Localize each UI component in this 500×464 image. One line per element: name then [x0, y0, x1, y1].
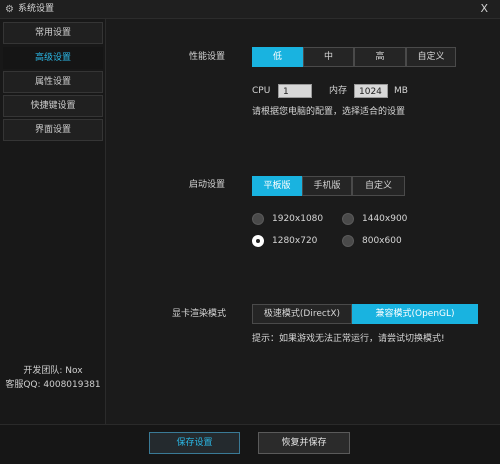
performance-option-high[interactable]: 高: [354, 47, 406, 67]
performance-hint: 请根据您电脑的配置，选择适合的设置: [252, 107, 406, 117]
performance-option-custom[interactable]: 自定义: [406, 47, 456, 67]
memory-label: 内存: [329, 86, 348, 96]
resolution-radio-1280x720[interactable]: [252, 235, 264, 247]
cpu-label: CPU: [252, 86, 271, 96]
sidebar-item-hotkeys[interactable]: 快捷键设置: [3, 95, 103, 117]
render-mode-label: 显卡渲染模式: [172, 309, 227, 319]
sidebar-item-common[interactable]: 常用设置: [3, 22, 103, 44]
restore-and-save-button[interactable]: 恢复并保存: [258, 432, 350, 454]
resolution-label-1280x720[interactable]: 1280x720: [272, 235, 317, 247]
startup-option-custom[interactable]: 自定义: [352, 176, 405, 196]
render-mode-hint: 提示：如果游戏无法正常运行，请尝试切换模式!: [252, 334, 445, 344]
title-bar: ⚙ 系统设置 X: [0, 0, 500, 19]
close-button[interactable]: X: [480, 3, 488, 15]
sidebar-item-interface[interactable]: 界面设置: [3, 119, 103, 141]
gear-icon: ⚙: [5, 4, 14, 15]
sidebar-item-properties[interactable]: 属性设置: [3, 71, 103, 93]
startup-label: 启动设置: [189, 180, 226, 190]
performance-option-low[interactable]: 低: [252, 47, 303, 67]
startup-option-phone[interactable]: 手机版: [302, 176, 352, 196]
footer-bar: 保存设置 恢复并保存: [0, 424, 500, 464]
resolution-label-800x600[interactable]: 800x600: [362, 235, 402, 247]
save-button[interactable]: 保存设置: [149, 432, 240, 454]
startup-option-tablet[interactable]: 平板版: [252, 176, 302, 196]
window-title: 系统设置: [18, 4, 55, 14]
resolution-radio-1920x1080[interactable]: [252, 213, 264, 225]
resolution-label-1440x900[interactable]: 1440x900: [362, 213, 407, 225]
support-qq: 客服QQ: 4008019381: [5, 380, 101, 390]
memory-unit: MB: [394, 86, 408, 96]
main-panel: 性能设置 低 中 高 自定义 CPU 1 内存 1024 MB 请根据您电脑的配…: [107, 19, 500, 424]
sidebar-item-advanced[interactable]: 高级设置: [3, 47, 103, 69]
resolution-label-1920x1080[interactable]: 1920x1080: [272, 213, 323, 225]
performance-label: 性能设置: [189, 52, 226, 62]
team-info: 开发团队: Nox: [23, 366, 83, 376]
cpu-input[interactable]: 1: [278, 84, 312, 98]
performance-option-medium[interactable]: 中: [303, 47, 354, 67]
render-option-directx[interactable]: 极速模式(DirectX): [252, 304, 352, 324]
memory-input[interactable]: 1024: [354, 84, 388, 98]
resolution-radio-1440x900[interactable]: [342, 213, 354, 225]
resolution-radio-800x600[interactable]: [342, 235, 354, 247]
sidebar: 常用设置 高级设置 属性设置 快捷键设置 界面设置 开发团队: Nox 客服QQ…: [0, 19, 106, 424]
render-option-opengl[interactable]: 兼容模式(OpenGL): [352, 304, 478, 324]
